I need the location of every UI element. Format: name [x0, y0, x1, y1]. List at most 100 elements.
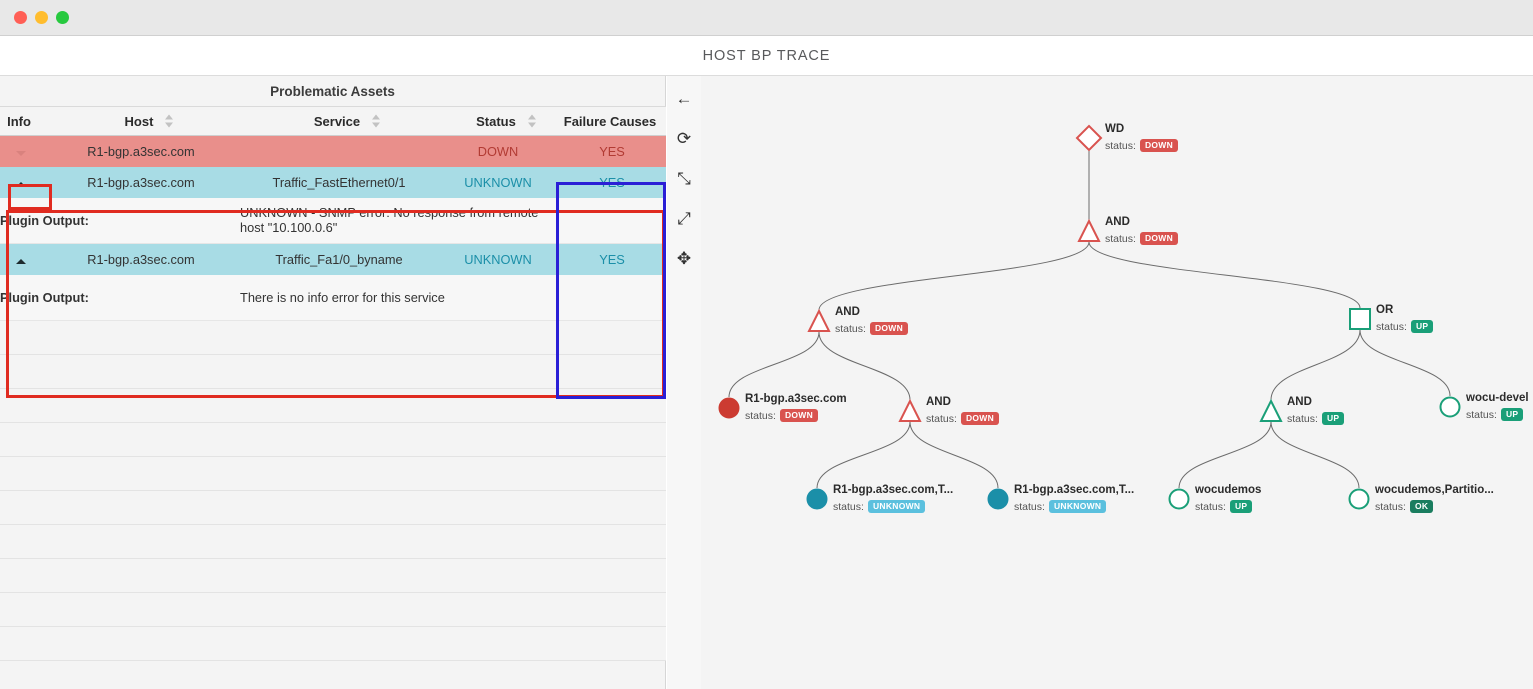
row-expand-toggle[interactable]: [0, 167, 42, 198]
panel-title: Problematic Assets: [0, 76, 665, 106]
tree-node-label: R1-bgp.a3sec.com,T...: [1014, 484, 1135, 496]
empty-cell: [438, 626, 558, 661]
empty-cell: [0, 354, 42, 389]
status-badge: UP: [1229, 500, 1253, 513]
empty-cell: [42, 490, 240, 525]
tree-node-triangle[interactable]: [804, 306, 834, 336]
empty-cell: [558, 592, 666, 627]
tree-node-square[interactable]: [1345, 304, 1375, 334]
empty-cell: [240, 626, 438, 661]
empty-row: [0, 558, 666, 593]
status-badge: DOWN: [779, 409, 819, 422]
empty-row: [0, 422, 666, 457]
empty-cell: [438, 320, 558, 355]
column-header-failure_causes[interactable]: Failure Causes: [558, 106, 677, 136]
back-arrow-icon[interactable]: ←: [667, 82, 701, 116]
tree-node-label: AND: [1287, 396, 1312, 408]
tree-node-diamond[interactable]: [1074, 123, 1104, 153]
tree-node-circle[interactable]: [1344, 484, 1374, 514]
tree-node-circle[interactable]: [983, 484, 1013, 514]
cell-failure-causes: YES: [599, 143, 625, 159]
move-icon[interactable]: ✥: [667, 242, 701, 276]
sort-toggle-icon[interactable]: [165, 114, 174, 128]
tree-node-label: OR: [1376, 304, 1394, 316]
empty-cell: [0, 456, 42, 491]
empty-cell: [240, 388, 438, 423]
tree-node-circle[interactable]: [802, 484, 832, 514]
collapse-icon[interactable]: ⤢: [667, 202, 701, 236]
tree-edge: [818, 241, 1090, 311]
tree-node-circle[interactable]: [1164, 484, 1194, 514]
status-label: status:: [1287, 413, 1318, 425]
plugin-output-label: Plugin Output:: [0, 274, 240, 321]
row-expand-toggle[interactable]: [0, 244, 42, 275]
tree-node-circle[interactable]: [1435, 392, 1465, 422]
tree-node-label: R1-bgp.a3sec.com: [745, 393, 847, 405]
empty-row: [0, 388, 666, 423]
expand-icon[interactable]: ⤡: [667, 162, 701, 196]
assets-table: Info Host Service Status Failure Causes R1-b…: [0, 106, 677, 661]
window-controls: [14, 11, 69, 24]
plugin-output-spacer: [558, 274, 666, 321]
tree-node-status: status: UP: [1287, 412, 1345, 425]
empty-row: [0, 626, 666, 661]
column-header-host[interactable]: Host: [42, 106, 240, 136]
cell-service: Traffic_Fa1/0_byname: [275, 251, 403, 267]
empty-cell: [0, 388, 42, 423]
tree-node-status: status: DOWN: [926, 412, 1000, 425]
empty-cell: [240, 558, 438, 593]
empty-cell: [240, 320, 438, 355]
plugin-output-text: There is no info error for this service: [240, 274, 558, 321]
tree-edge: [909, 421, 999, 489]
tree-node-label: wocudemos: [1195, 484, 1262, 496]
tree-node-triangle[interactable]: [1074, 216, 1104, 246]
column-header-label: Failure Causes: [564, 114, 677, 129]
cell-status: UNKNOWN: [464, 251, 532, 267]
bp-tree-canvas[interactable]: WD status: DOWN AND status: DOWN AND status: DOW…: [701, 76, 1533, 689]
empty-cell: [42, 558, 240, 593]
status-badge: DOWN: [869, 322, 909, 335]
row-detail: Plugin Output: There is no info error for…: [0, 274, 666, 321]
empty-cell: [42, 320, 240, 355]
tree-node-label: AND: [835, 306, 860, 318]
empty-cell: [240, 354, 438, 389]
row-expand-toggle[interactable]: [0, 136, 42, 167]
table-row[interactable]: R1-bgp.a3sec.com Traffic_Fa1/0_byname UNKN…: [0, 243, 666, 275]
empty-cell: [438, 388, 558, 423]
sort-toggle-icon[interactable]: [527, 114, 536, 128]
tree-node-label: AND: [1105, 216, 1130, 228]
column-header-info[interactable]: Info: [0, 106, 42, 136]
empty-row: [0, 320, 666, 355]
empty-cell: [42, 592, 240, 627]
cell-service: Traffic_FastEthernet0/1: [272, 174, 406, 190]
tree-node-triangle[interactable]: [895, 396, 925, 426]
table-row[interactable]: R1-bgp.a3sec.com Traffic_FastEthernet0/1 U…: [0, 166, 666, 198]
empty-cell: [0, 626, 42, 661]
empty-cell: [438, 456, 558, 491]
empty-row: [0, 354, 666, 389]
caret-up-icon: [16, 181, 26, 187]
column-header-status[interactable]: Status: [438, 106, 558, 136]
column-header-service[interactable]: Service: [240, 106, 438, 136]
tree-node-triangle[interactable]: [1256, 396, 1286, 426]
sort-toggle-icon[interactable]: [372, 114, 381, 128]
empty-cell: [558, 626, 666, 661]
maximize-button[interactable]: [56, 11, 69, 24]
empty-cell: [240, 524, 438, 559]
empty-cell: [42, 422, 240, 457]
empty-cell: [0, 422, 42, 457]
tree-node-status: status: UP: [1376, 320, 1434, 333]
empty-cell: [240, 422, 438, 457]
tree-node-circle[interactable]: [714, 393, 744, 423]
page-title: HOST BP TRACE: [702, 48, 831, 64]
minimize-button[interactable]: [35, 11, 48, 24]
status-label: status:: [1375, 501, 1406, 513]
empty-cell: [240, 490, 438, 525]
table-row[interactable]: R1-bgp.a3sec.com DOWN YES: [0, 135, 666, 167]
cell-host: R1-bgp.a3sec.com: [87, 174, 195, 190]
close-button[interactable]: [14, 11, 27, 24]
tree-edge: [1270, 421, 1360, 489]
assets-table-body: R1-bgp.a3sec.com DOWN YES R1-bgp.a3sec.com T…: [0, 135, 666, 661]
status-label: status:: [835, 323, 866, 335]
refresh-icon[interactable]: ⟳: [667, 122, 701, 156]
